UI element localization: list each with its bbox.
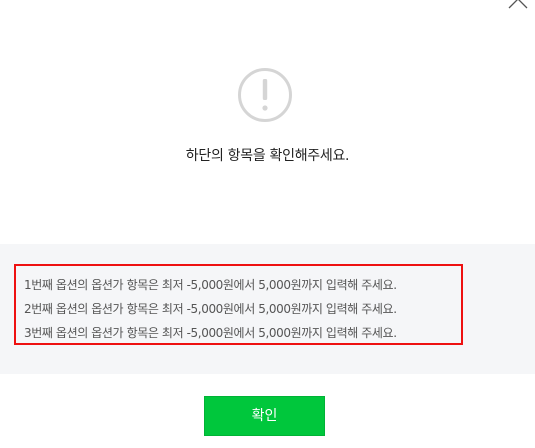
confirm-button[interactable]: 확인 [204, 396, 325, 436]
error-message: 1번째 옵션의 옵션가 항목은 최저 -5,000원에서 5,000원까지 입력… [24, 278, 397, 292]
exclamation-circle-icon [237, 67, 293, 123]
close-button[interactable] [507, 0, 529, 10]
error-list: 1번째 옵션의 옵션가 항목은 최저 -5,000원에서 5,000원까지 입력… [14, 264, 463, 345]
close-icon [508, 0, 528, 9]
dialog-heading: 하단의 항목을 확인해주세요. [185, 148, 350, 164]
error-panel: 1번째 옵션의 옵션가 항목은 최저 -5,000원에서 5,000원까지 입력… [0, 244, 535, 374]
alert-dialog: 하단의 항목을 확인해주세요. 1번째 옵션의 옵션가 항목은 최저 -5,00… [0, 0, 535, 448]
error-message: 3번째 옵션의 옵션가 항목은 최저 -5,000원에서 5,000원까지 입력… [24, 326, 397, 340]
error-message: 2번째 옵션의 옵션가 항목은 최저 -5,000원에서 5,000원까지 입력… [24, 302, 397, 316]
